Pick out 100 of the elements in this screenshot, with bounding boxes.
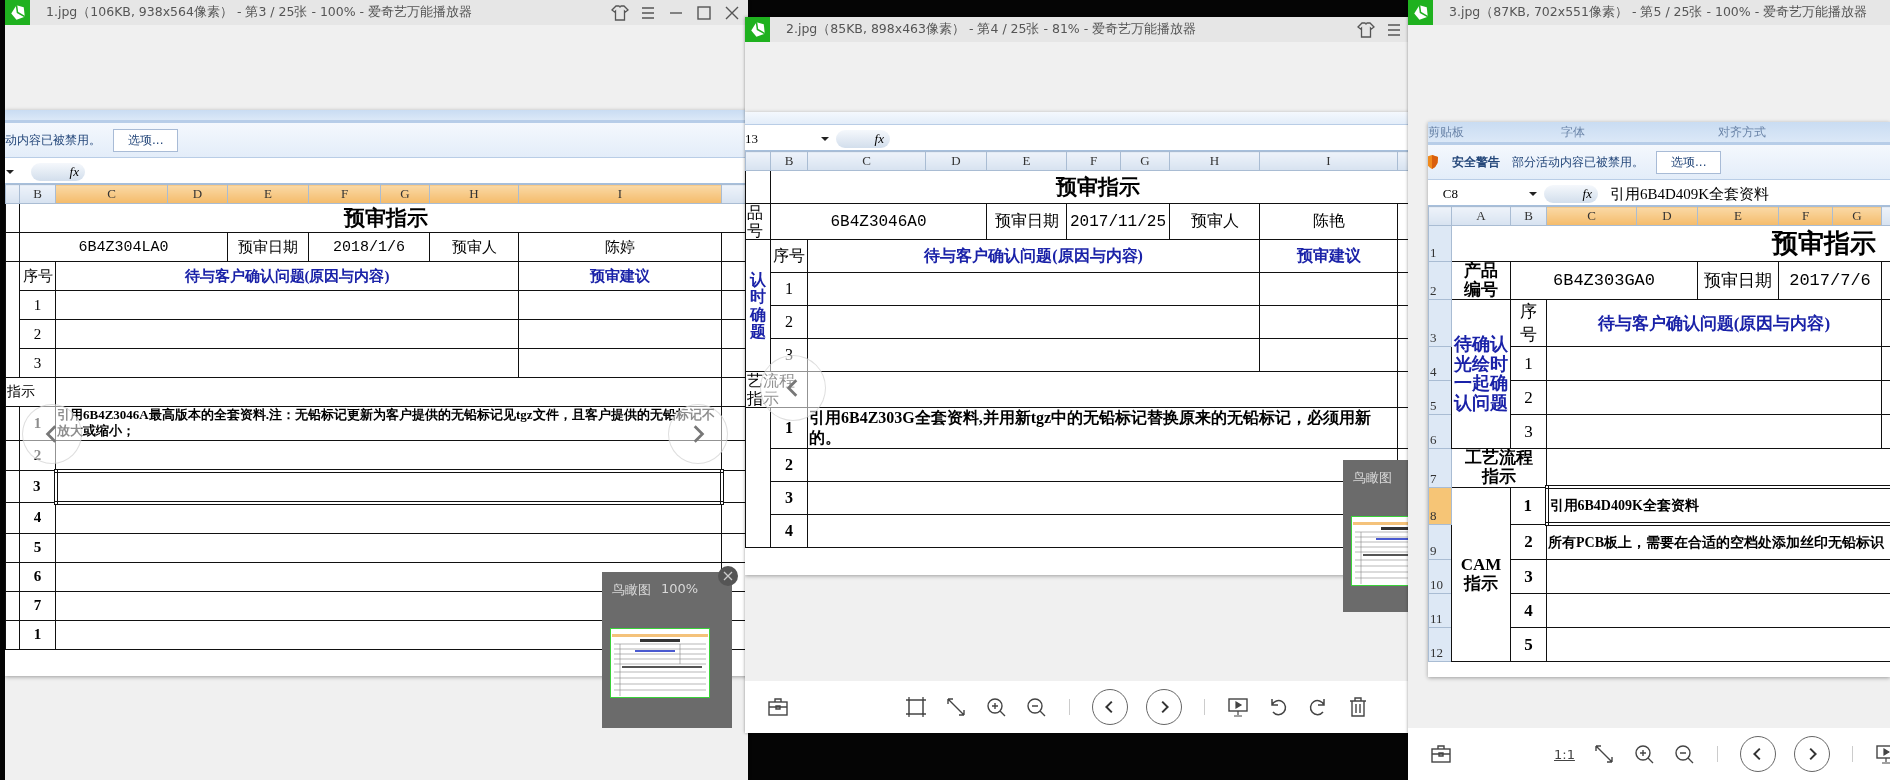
table-cell: 1 bbox=[19, 620, 56, 649]
table-cell: 2 bbox=[770, 448, 808, 482]
ribbon-group-label: 剪贴板 bbox=[1428, 123, 1465, 141]
table-cell: 陈艳 bbox=[1259, 203, 1398, 240]
column-header: F bbox=[1778, 206, 1833, 226]
table-cell: 5 bbox=[1510, 627, 1547, 662]
table-cell: 待与客户确认问题(原因与内容) bbox=[55, 261, 519, 291]
table-cell: 陈婷 bbox=[518, 232, 722, 262]
table-cell: 2 bbox=[19, 440, 56, 471]
column-header: I bbox=[1259, 151, 1398, 171]
table-cell: 序号 bbox=[770, 239, 808, 273]
table-cell: 引用6B4Z3046A最高版本的全套资料.注：无铅标记更新为客户提供的无铅标记见tgz文件，且客户提供的无铅标记不放大或缩小； bbox=[55, 406, 722, 440]
column-header: E bbox=[227, 184, 309, 204]
column-header: D bbox=[925, 151, 987, 171]
table-cell: 3 bbox=[1510, 414, 1547, 449]
table-cell: 4 bbox=[1510, 593, 1547, 628]
column-header: A bbox=[1451, 206, 1511, 226]
column-header: I bbox=[518, 184, 722, 204]
name-box[interactable]: 13 bbox=[745, 131, 836, 147]
table-cell: 5 bbox=[19, 533, 56, 562]
table-cell: 2017/11/25 bbox=[1066, 203, 1170, 240]
table-cell: 2 bbox=[1510, 524, 1547, 560]
table-cell: 3 bbox=[770, 338, 808, 372]
column-header: F bbox=[1066, 151, 1121, 171]
row-header: 1 bbox=[1428, 225, 1452, 262]
table-cell: 2018/1/6 bbox=[308, 232, 430, 262]
row-header: 10 bbox=[1428, 559, 1452, 594]
insert-function-button[interactable]: fx bbox=[836, 130, 890, 148]
row-header: 9 bbox=[1428, 524, 1452, 560]
actual-size-button[interactable]: 1:1 bbox=[1554, 746, 1575, 762]
table-cell: 预审建议 bbox=[1259, 239, 1398, 273]
table-cell: 引用6B4D409K全套资料 bbox=[1546, 487, 1890, 525]
table-cell: 1 bbox=[19, 290, 56, 320]
table-cell: 品号 bbox=[745, 203, 771, 240]
column-header: F bbox=[308, 184, 381, 204]
column-header: E bbox=[986, 151, 1067, 171]
column-header: B bbox=[770, 151, 808, 171]
security-warning-label: 安全警告 bbox=[1452, 153, 1500, 171]
table-cell: 认时确题 bbox=[745, 239, 771, 372]
window-title: 2.jpg（85KB, 898x463像素） - 第4 / 25张 - 81% - 爱奇艺万能播放器 bbox=[786, 21, 1197, 38]
zoom-level: 100% bbox=[661, 581, 699, 598]
row-header: 4 bbox=[1428, 346, 1452, 381]
table-cell: 预审人 bbox=[429, 232, 519, 262]
table-cell: 待与客户确认问题(原因与内容) bbox=[807, 239, 1260, 273]
row-header: 12 bbox=[1428, 627, 1452, 662]
column-header: C bbox=[55, 184, 168, 204]
table-cell: 3 bbox=[770, 481, 808, 515]
table-cell: 7 bbox=[19, 591, 56, 620]
table-cell: 预审人 bbox=[1169, 203, 1260, 240]
window-title: 1.jpg（106KB, 938x564像素） - 第3 / 25张 - 100% - 爱奇艺万能播放器 bbox=[46, 4, 473, 21]
column-header: G bbox=[1120, 151, 1170, 171]
column-header: C bbox=[1546, 206, 1637, 226]
table-cell: 预审日期 bbox=[986, 203, 1067, 240]
table-cell: 3 bbox=[1510, 559, 1547, 594]
birdseye-title: 鸟瞰图 bbox=[1353, 469, 1392, 487]
table-cell: 2017/7/6 bbox=[1778, 261, 1882, 300]
table-cell: 1 bbox=[770, 272, 808, 306]
column-header: D bbox=[1636, 206, 1698, 226]
row-header: 7 bbox=[1428, 448, 1452, 488]
table-cell: 2 bbox=[1510, 380, 1547, 415]
ribbon-group-label: 对齐方式 bbox=[1718, 123, 1766, 141]
formula-field[interactable]: 引用6B4D409K全套资料 bbox=[1598, 184, 1890, 204]
table-cell: 待与客户确认问题(原因与内容) bbox=[1546, 299, 1882, 347]
insert-function-button[interactable]: fx bbox=[31, 163, 85, 181]
column-header: H bbox=[1169, 151, 1260, 171]
table-cell: 6 bbox=[19, 562, 56, 591]
table-cell: 序号 bbox=[1510, 299, 1547, 347]
table-cell: 6B4Z3046A0 bbox=[770, 203, 987, 240]
ribbon-group-label: 字体 bbox=[1560, 123, 1586, 141]
table-cell: 1 bbox=[19, 406, 56, 440]
table-cell: 预审建议 bbox=[518, 261, 722, 291]
options-button[interactable]: 选项... bbox=[1656, 150, 1722, 174]
table-cell: 1 bbox=[1510, 346, 1547, 381]
column-header: G bbox=[380, 184, 430, 204]
birdseye-title: 鸟瞰图 bbox=[612, 581, 651, 599]
table-cell: 2 bbox=[19, 319, 56, 349]
row-header: 8 bbox=[1428, 487, 1452, 525]
row-header: 3 bbox=[1428, 299, 1452, 347]
name-box[interactable]: C8 bbox=[1428, 186, 1544, 202]
table-cell: 指示 bbox=[5, 377, 56, 407]
row-header: 11 bbox=[1428, 593, 1452, 628]
window-title: 3.jpg（87KB, 702x551像素） - 第5 / 25张 - 100% - 爱奇艺万能播放器 bbox=[1449, 4, 1868, 21]
table-cell: 引用6B4Z303G全套资料,并用新tgz中的无铅标记替换原来的无铅标记，必须用新的。 bbox=[807, 407, 1398, 449]
insert-function-button[interactable]: fx bbox=[1544, 185, 1598, 203]
table-cell: 4 bbox=[770, 514, 808, 548]
table-cell: 4 bbox=[19, 502, 56, 533]
table-cell: 序号 bbox=[19, 261, 56, 291]
table-cell: 预审日期 bbox=[1697, 261, 1779, 300]
row-header: 2 bbox=[1428, 261, 1452, 300]
table-cell: 预审日期 bbox=[227, 232, 309, 262]
security-warning-message: 部分活动内容已被禁用。 bbox=[1512, 153, 1644, 171]
column-header: D bbox=[167, 184, 228, 204]
table-cell: 6B4Z303GA0 bbox=[1510, 261, 1698, 300]
column-header: B bbox=[1510, 206, 1547, 226]
row-header: 5 bbox=[1428, 380, 1452, 415]
security-warning-message: 动内容已被禁用。 bbox=[5, 131, 101, 149]
options-button[interactable]: 选项... bbox=[113, 128, 179, 152]
column-header: H bbox=[429, 184, 519, 204]
column-header: G bbox=[1832, 206, 1882, 226]
table-cell: 1 bbox=[770, 407, 808, 449]
